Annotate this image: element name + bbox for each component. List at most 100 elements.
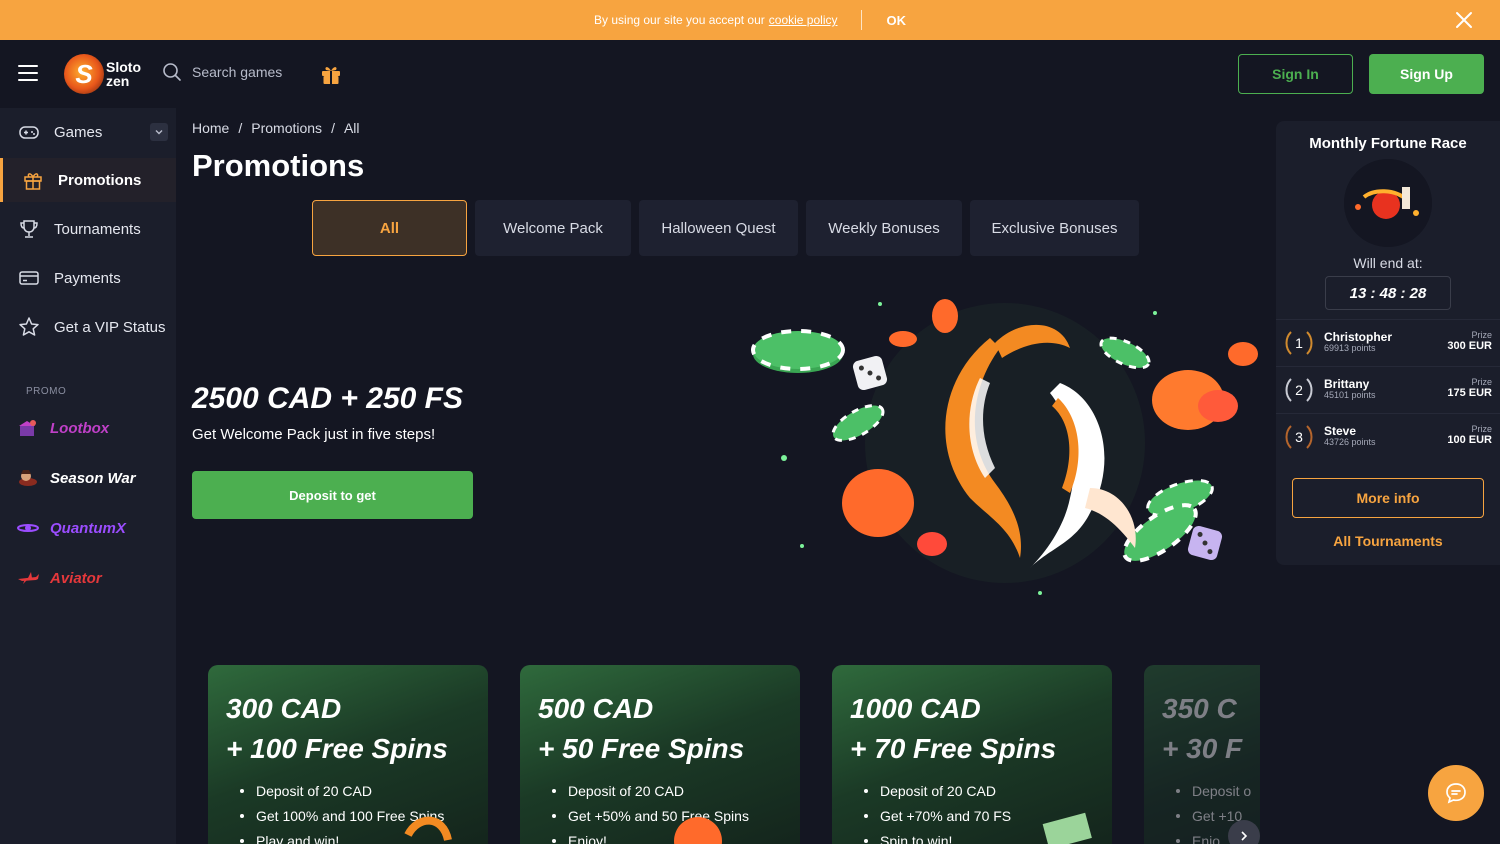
breadcrumb-separator: / xyxy=(331,120,335,136)
promo-item-lootbox[interactable]: Lootbox xyxy=(0,410,176,446)
close-icon[interactable] xyxy=(1454,10,1474,30)
promo-cards: 300 CAD + 100 Free Spins Deposit of 20 CA… xyxy=(208,665,1260,844)
sidebar-item-tournaments[interactable]: Tournaments xyxy=(0,207,176,251)
search-icon xyxy=(163,63,181,81)
page-title: Promotions xyxy=(192,148,365,183)
promo-card[interactable]: 1000 CAD + 70 Free Spins Deposit of 20 CA… xyxy=(832,665,1112,844)
tournament-image xyxy=(1344,159,1432,247)
sidebar: Games Promotions Tournaments Payments Ge… xyxy=(0,108,176,844)
logo-text: Sloto zen xyxy=(106,60,141,88)
promo-item-quantumx[interactable]: QuantumX xyxy=(0,510,176,546)
tab-all[interactable]: All xyxy=(312,200,467,256)
sidebar-item-label: Payments xyxy=(54,269,121,287)
tournament-timer: 13 : 48 : 28 xyxy=(1325,276,1451,310)
promo-item-aviator[interactable]: Aviator xyxy=(0,560,176,596)
promo-card-spins: + 50 Free Spins xyxy=(538,733,745,764)
promo-item-season-war[interactable]: Season War xyxy=(0,460,176,496)
laurel-rank-icon: 3 xyxy=(1285,425,1313,449)
promo-card-title: 350 C + 30 F xyxy=(1162,689,1242,769)
gamepad-icon xyxy=(19,126,39,139)
card-icon xyxy=(19,271,39,285)
cookie-policy-link[interactable]: cookie policy xyxy=(769,13,838,27)
chevron-right-icon xyxy=(1241,831,1248,841)
leader-name: Christopher xyxy=(1324,330,1393,344)
promo-card[interactable]: 350 C + 30 F Deposit o Get +10 Enjo xyxy=(1144,665,1260,844)
sidebar-item-label: Get a VIP Status xyxy=(54,318,166,336)
breadcrumb-home[interactable]: Home xyxy=(192,120,229,136)
chevron-down-icon xyxy=(155,130,163,135)
koi-fish-illustration xyxy=(751,299,1258,595)
leader-prize: 100 EUR xyxy=(1447,434,1492,446)
lootbox-icon xyxy=(19,420,36,436)
deposit-to-get-button[interactable]: Deposit to get xyxy=(192,471,473,519)
breadcrumb-promotions[interactable]: Promotions xyxy=(251,120,322,136)
menu-icon[interactable] xyxy=(18,65,38,83)
chat-icon xyxy=(1446,783,1466,804)
chat-button[interactable] xyxy=(1428,765,1484,821)
promo-item-label: Season War xyxy=(50,469,136,487)
promo-card[interactable]: 300 CAD + 100 Free Spins Deposit of 20 CA… xyxy=(208,665,488,844)
promo-card-title: 1000 CAD + 70 Free Spins xyxy=(850,689,1056,769)
tab-halloween-quest[interactable]: Halloween Quest xyxy=(639,200,798,256)
breadcrumb-current: All xyxy=(343,120,360,136)
promo-item-label: Lootbox xyxy=(50,419,110,437)
promo-card-title: 300 CAD + 100 Free Spins xyxy=(226,689,448,769)
carousel-next-button[interactable] xyxy=(1228,820,1260,844)
more-info-button[interactable]: More info xyxy=(1292,478,1484,518)
sidebar-item-label: Tournaments xyxy=(54,220,141,238)
sidebar-item-payments[interactable]: Payments xyxy=(0,256,176,300)
breadcrumb: Home / Promotions / All xyxy=(192,120,360,136)
sidebar-item-label: Games xyxy=(54,123,103,141)
sidebar-item-label: Promotions xyxy=(58,171,142,189)
leader-rank-number: 1 xyxy=(1295,335,1303,351)
promo-section-title: PROMO xyxy=(26,386,67,397)
cookie-ok-button[interactable]: OK xyxy=(886,13,906,28)
list-item: Get +70% and 70 FS xyxy=(862,808,1011,824)
leader-points: 45101 points xyxy=(1324,390,1376,400)
quantumx-icon xyxy=(17,524,39,532)
leaderboard-row: 2 Brittany 45101 points Prize 175 EUR xyxy=(1276,366,1500,412)
leader-name: Steve xyxy=(1324,424,1357,438)
promo-card-amount: 350 C xyxy=(1162,693,1237,724)
season-war-icon xyxy=(19,470,37,486)
laurel-rank-icon: 2 xyxy=(1285,378,1313,402)
gift-icon xyxy=(24,173,42,190)
cash-image xyxy=(1042,812,1092,844)
leaderboard-row: 1 Christopher 69913 points Prize 300 EUR xyxy=(1276,319,1500,365)
tab-weekly-bonuses[interactable]: Weekly Bonuses xyxy=(806,200,962,256)
promo-card-title: 500 CAD + 50 Free Spins xyxy=(538,689,744,769)
promo-card-spins: + 100 Free Spins xyxy=(226,733,448,764)
cookie-banner: By using our site you accept our cookie p… xyxy=(0,0,1500,40)
sidebar-item-promotions[interactable]: Promotions xyxy=(0,158,176,202)
leader-points: 69913 points xyxy=(1324,343,1376,353)
gift-box-image xyxy=(404,816,452,842)
tournament-panel: Monthly Fortune Race Will end at: 13 : 4… xyxy=(1276,121,1500,565)
logo[interactable]: S Sloto zen xyxy=(64,50,154,98)
cookie-message: By using our site you accept our xyxy=(594,13,765,27)
breadcrumb-separator: / xyxy=(238,120,243,136)
search-input[interactable]: Search games xyxy=(162,62,282,82)
logo-text-line2: zen xyxy=(106,73,130,89)
leader-points: 43726 points xyxy=(1324,437,1376,447)
promo-card-amount: 1000 CAD xyxy=(850,693,981,724)
promo-card[interactable]: 500 CAD + 50 Free Spins Deposit of 20 CAD… xyxy=(520,665,800,844)
leader-rank-number: 3 xyxy=(1295,429,1303,445)
tab-exclusive-bonuses[interactable]: Exclusive Bonuses xyxy=(970,200,1139,256)
all-tournaments-link[interactable]: All Tournaments xyxy=(1276,533,1500,549)
gift-icon[interactable] xyxy=(320,63,342,85)
games-expand-button[interactable] xyxy=(150,123,168,141)
list-item: Deposit of 20 CAD xyxy=(238,783,444,799)
tournament-end-label: Will end at: xyxy=(1353,255,1423,271)
sign-up-button[interactable]: Sign Up xyxy=(1369,54,1484,94)
logo-mark: S xyxy=(64,54,104,94)
promo-card-amount: 300 CAD xyxy=(226,693,342,724)
list-item: Spin to win! xyxy=(862,833,1011,844)
list-item: Deposit of 20 CAD xyxy=(862,783,1011,799)
sidebar-item-games[interactable]: Games xyxy=(0,110,176,154)
sidebar-item-vip[interactable]: Get a VIP Status xyxy=(0,305,176,349)
sign-in-button[interactable]: Sign In xyxy=(1238,54,1353,94)
tab-welcome-pack[interactable]: Welcome Pack xyxy=(475,200,631,256)
cookie-divider xyxy=(861,10,863,30)
leader-rank-number: 2 xyxy=(1295,382,1303,398)
laurel-rank-icon: 1 xyxy=(1285,331,1313,355)
